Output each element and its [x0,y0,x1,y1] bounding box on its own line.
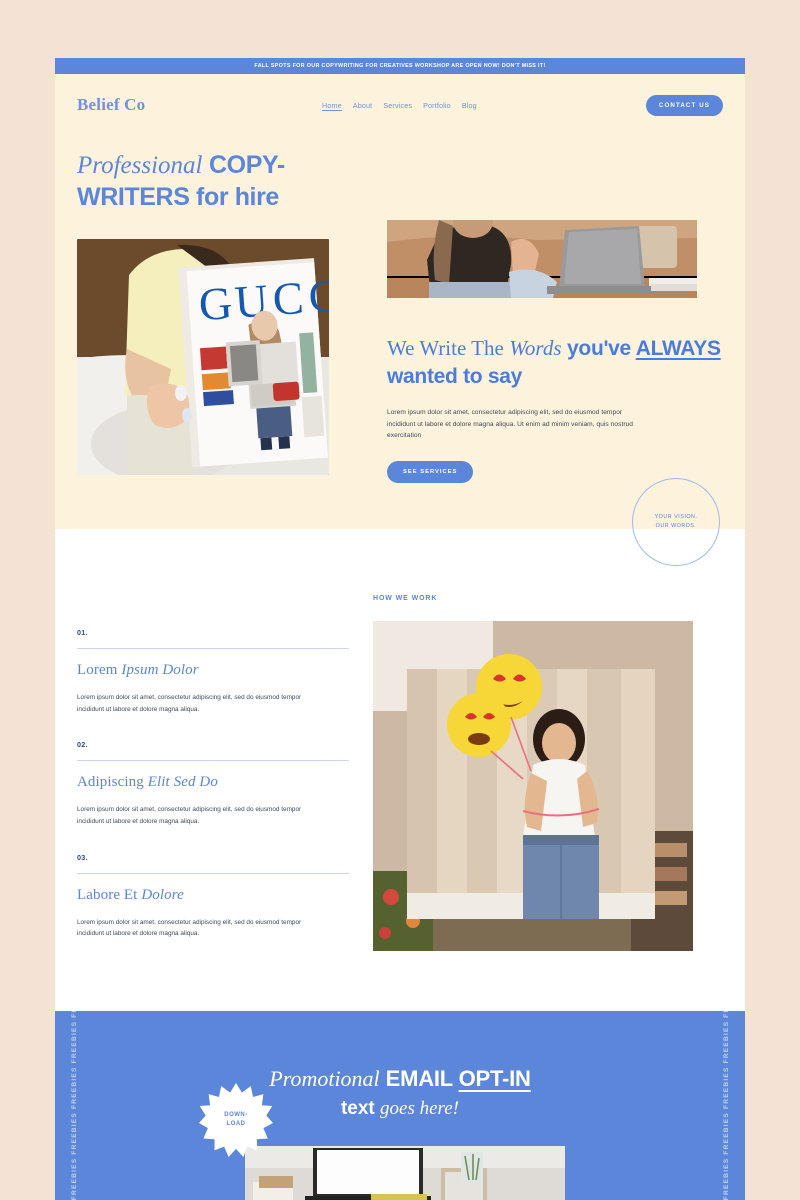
vision-badge-line2: OUR WORDS. [655,523,697,529]
hero-laptop-image [387,220,723,298]
intro-heading-italic: Words [509,336,562,360]
promo-headline-italic: Promotional [269,1066,380,1092]
freebies-strip-right: FREEBIES FREEBIES FREEBIES FREEBIES FREE… [715,1011,737,1200]
step-item: 03. Labore Et Dolore Lorem ipsum dolor s… [77,853,349,940]
intro-heading-underlined: ALWAYS [635,337,721,360]
promo-headline: Promotional EMAIL OPT-IN [55,1011,745,1094]
promo-desk-illustration [245,1146,565,1200]
nav-item-about[interactable]: About [353,101,373,110]
nav-item-services[interactable]: Services [383,101,412,110]
work-balloons-image [373,621,693,952]
hero-body: Professional COPY-WRITERS for hire G U C… [55,136,745,529]
hero-laptop-illustration [387,220,697,298]
promo-subheadline-bold: text [340,1098,375,1120]
step-title-regular: Adipiscing [77,774,148,791]
starburst-line2: LOAD [226,1121,246,1127]
step-number: 03. [77,852,88,862]
main-nav: Home About Services Portfolio Blog [322,101,646,110]
promo-headline-underlined: OPT-IN [458,1066,531,1092]
vision-badge-line1: YOUR VISION. [654,513,698,520]
download-starburst-badge[interactable]: DOWN- LOAD [199,1083,273,1157]
step-copy: Lorem ipsum dolor sit amet, consectetur … [77,694,302,713]
hero-right-column: We Write The Words you've ALWAYS wanted … [387,136,723,484]
promo-subheadline-italic: goes here! [380,1098,460,1120]
step-copy: Lorem ipsum dolor sit amet, consectetur … [77,918,302,938]
step-title: Lorem Ipsum Dolor [77,662,349,679]
hero-section: Belief Co Home About Services Portfolio … [55,74,745,530]
nav-item-blog[interactable]: Blog [462,101,477,110]
step-title-italic: Elit Sed Do [147,774,218,791]
step-item: 01. Lorem Ipsum Dolor Lorem ipsum dolor … [77,628,349,715]
step-divider [77,648,349,650]
intro-heading: We Write The Words you've ALWAYS wanted … [387,335,723,391]
step-item: 02. Adipiscing Elit Sed Do Lorem ipsum d… [77,740,349,827]
step-title-regular: Labore Et [77,886,142,903]
step-title: Labore Et Dolore [77,887,349,904]
website-canvas: FALL SPOTS FOR OUR COPYWRITING FOR CREAT… [55,58,745,1200]
logo[interactable]: Belief Co [77,95,322,115]
step-title: Adipiscing Elit Sed Do [77,774,349,791]
freebies-strip-left: FREEBIES FREEBIES FREEBIES FREEBIES FREE… [63,1011,85,1200]
how-we-work-section: 01. Lorem Ipsum Dolor Lorem ipsum dolor … [55,529,745,1012]
step-number: 02. [77,740,88,750]
intro-heading-bold-2: wanted to say [387,364,522,388]
starburst-label: DOWN- LOAD [199,1083,273,1157]
hero-title: Professional COPY-WRITERS for hire [77,150,365,213]
promo-headline-bold: EMAIL [385,1066,453,1092]
hero-title-italic: Professional [77,152,203,179]
nav-item-home[interactable]: Home [322,101,342,110]
promo-desk-image [245,1146,565,1200]
promo-subheadline: text goes here! [55,1098,745,1120]
intro-heading-bold-1: you've [567,337,631,360]
see-services-button[interactable]: SEE SERVICES [387,461,474,484]
step-copy: Lorem ipsum dolor sit amet, consectetur … [77,806,302,826]
freebies-text-right: FREEBIES FREEBIES FREEBIES FREEBIES FREE… [722,1011,730,1200]
vision-badge: YOUR VISION. OUR WORDS. [632,478,720,566]
steps-column: 01. Lorem Ipsum Dolor Lorem ipsum dolor … [77,595,349,951]
contact-us-button[interactable]: CONTACT US [645,94,723,116]
svg-text:C: C [271,272,305,325]
work-balloons-illustration [373,621,693,952]
work-right-column: HOW WE WORK [373,595,723,952]
freebies-text-left: FREEBIES FREEBIES FREEBIES FREEBIES FREE… [70,1011,78,1200]
hero-magazine-image: G U C C [77,239,329,475]
step-title-regular: Lorem [77,662,122,679]
svg-text:C: C [307,269,329,322]
hero-left-column: Professional COPY-WRITERS for hire G U C… [77,136,365,483]
site-header: Belief Co Home About Services Portfolio … [55,74,745,136]
intro-heading-serif: We Write The [387,336,504,360]
how-we-work-label: HOW WE WORK [373,595,438,603]
starburst-line1: DOWN- [224,1112,248,1118]
announcement-bar[interactable]: FALL SPOTS FOR OUR COPYWRITING FOR CREAT… [55,58,745,74]
hero-magazine-illustration: G U C C [77,239,329,475]
announcement-text: FALL SPOTS FOR OUR COPYWRITING FOR CREAT… [254,63,546,69]
svg-text:G: G [197,277,234,330]
step-divider [77,760,349,762]
step-title-italic: Ipsum Dolor [121,662,199,679]
intro-body-text: Lorem ipsum dolor sit amet, consectetur … [387,408,634,440]
step-number: 01. [77,628,88,638]
step-divider [77,872,349,874]
nav-item-portfolio[interactable]: Portfolio [423,101,451,110]
step-title-italic: Dolore [141,886,184,903]
